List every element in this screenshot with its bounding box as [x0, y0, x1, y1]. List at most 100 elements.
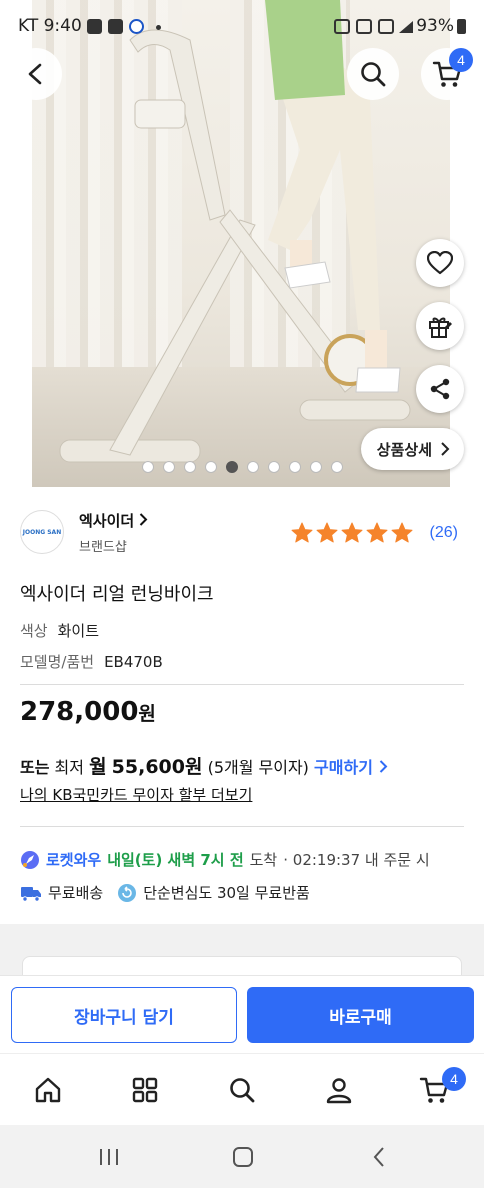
carousel-dot[interactable]: [204, 461, 217, 473]
install-month: 월: [89, 756, 107, 778]
star-icon: [291, 522, 313, 543]
home-system-button[interactable]: [228, 1145, 258, 1169]
color-label: 색상: [20, 622, 48, 640]
star-icon: [391, 522, 413, 543]
install-buy-link[interactable]: 구매하기: [314, 758, 387, 777]
carousel-dot[interactable]: [246, 461, 259, 473]
home-icon: [35, 1077, 61, 1103]
install-min: 최저: [54, 758, 84, 777]
carousel-indicator: [0, 461, 484, 473]
model-value: EB470B: [104, 653, 163, 671]
star-icon: [341, 522, 363, 543]
order-countdown: · 02:19:37 내 주문 시: [283, 851, 430, 869]
tab-my-page[interactable]: [321, 1072, 357, 1108]
installment-info: 또는 최저 월 55,600원 (5개월 무이자) 구매하기: [20, 752, 388, 779]
brand-row: JOONG SAN 엑사이더 브랜드샵 (26): [20, 508, 464, 560]
carousel-dot[interactable]: [330, 461, 343, 473]
tab-cart-count-badge: 4: [442, 1067, 466, 1091]
rocket-wow-label: 로켓와우: [46, 851, 102, 869]
nfc-icon: [334, 19, 350, 34]
divider: [20, 684, 464, 685]
search-icon: [361, 62, 386, 87]
install-prefix: 또는: [20, 758, 50, 777]
brand-name: 엑사이더: [79, 512, 135, 530]
return-icon: [118, 883, 137, 902]
product-detail-label: 상품상세: [376, 440, 432, 459]
star-icon: [366, 522, 388, 543]
back-arrow-icon: [28, 63, 42, 85]
carousel-dot[interactable]: [288, 461, 301, 473]
model-spec: 모델명/품번 EB470B: [20, 651, 163, 672]
5g-icon: [378, 19, 394, 34]
buy-now-button[interactable]: 바로구매: [247, 987, 474, 1043]
carousel-dot[interactable]: [141, 461, 154, 473]
gift-button[interactable]: [416, 302, 464, 350]
arrival-suffix: 도착: [249, 851, 278, 869]
grid-icon: [132, 1077, 158, 1103]
price-number: 278,000: [20, 697, 139, 727]
carousel-dot[interactable]: [162, 461, 175, 473]
battery-percent: 93%: [416, 16, 454, 36]
brand-shop-label: 브랜드샵: [79, 540, 127, 555]
free-return-label: 단순변심도 30일 무료반품: [143, 884, 310, 902]
gallery-notification-icon: [108, 19, 123, 34]
install-terms: (5개월 무이자): [207, 758, 309, 777]
review-count[interactable]: (26): [430, 524, 458, 542]
chevron-right-icon: [379, 760, 387, 773]
signal-icon: [399, 21, 413, 33]
search-icon: [230, 1078, 255, 1103]
back-button[interactable]: [10, 48, 62, 100]
price-unit: 원: [138, 703, 156, 725]
tab-categories[interactable]: [127, 1072, 163, 1108]
recent-apps-icon: [100, 1149, 118, 1165]
talk-notification-icon: [87, 19, 102, 34]
share-icon: [430, 378, 450, 400]
rating-stars[interactable]: [290, 521, 414, 545]
product-title: 엑사이더 리얼 런닝바이크: [20, 584, 214, 605]
carousel-dot[interactable]: [309, 461, 322, 473]
arrival-time: 내일(토) 새벽 7시 전: [107, 851, 244, 869]
install-amount: 55,600원: [111, 756, 203, 778]
carousel-dot[interactable]: [267, 461, 280, 473]
user-icon: [326, 1078, 352, 1104]
top-navigation: 4: [0, 48, 484, 104]
color-spec: 색상 화이트: [20, 620, 99, 641]
hd-icon: [356, 19, 372, 34]
gift-icon: [429, 317, 452, 338]
divider: [20, 826, 464, 827]
search-button[interactable]: [347, 48, 399, 100]
status-bar: KT 9:40 93%: [0, 0, 484, 52]
brand-name-link[interactable]: 엑사이더: [79, 510, 148, 531]
free-shipping-label: 무료배송: [48, 884, 104, 902]
star-icon: [316, 522, 338, 543]
carousel-dot[interactable]: [225, 461, 238, 473]
rocket-delivery-info: 로켓와우 내일(토) 새벽 7시 전 도착 · 02:19:37 내 주문 시: [20, 849, 430, 870]
chevron-right-icon: [441, 442, 450, 456]
android-navigation-bar: [0, 1125, 484, 1188]
share-button[interactable]: [416, 365, 464, 413]
truck-icon: [21, 886, 41, 902]
home-square-icon: [233, 1147, 253, 1167]
tab-search[interactable]: [224, 1072, 260, 1108]
recent-apps-button[interactable]: [94, 1145, 124, 1169]
tab-home[interactable]: [30, 1072, 66, 1108]
install-buy-label: 구매하기: [314, 758, 373, 777]
product-price: 278,000원: [20, 697, 156, 727]
kb-card-installment-link[interactable]: 나의 KB국민카드 무이자 할부 더보기: [20, 784, 252, 805]
color-value: 화이트: [57, 622, 100, 640]
bottom-tab-bar: 4: [0, 1053, 484, 1125]
add-to-cart-button[interactable]: 장바구니 담기: [11, 987, 237, 1043]
battery-icon: [457, 19, 466, 34]
system-back-button[interactable]: [364, 1145, 394, 1169]
rocket-wow-icon: [21, 850, 39, 869]
chevron-right-icon: [140, 513, 148, 526]
model-label: 모델명/품번: [20, 653, 95, 671]
brand-logo[interactable]: JOONG SAN: [20, 510, 64, 554]
wishlist-button[interactable]: [416, 239, 464, 287]
status-time: KT 9:40: [18, 16, 82, 36]
carousel-dot[interactable]: [183, 461, 196, 473]
shipping-return-info: 무료배송 단순변심도 30일 무료반품: [20, 882, 310, 903]
purchase-actions: 장바구니 담기 바로구매: [0, 975, 484, 1053]
back-chevron-icon: [373, 1147, 384, 1167]
heart-icon: [427, 251, 453, 275]
